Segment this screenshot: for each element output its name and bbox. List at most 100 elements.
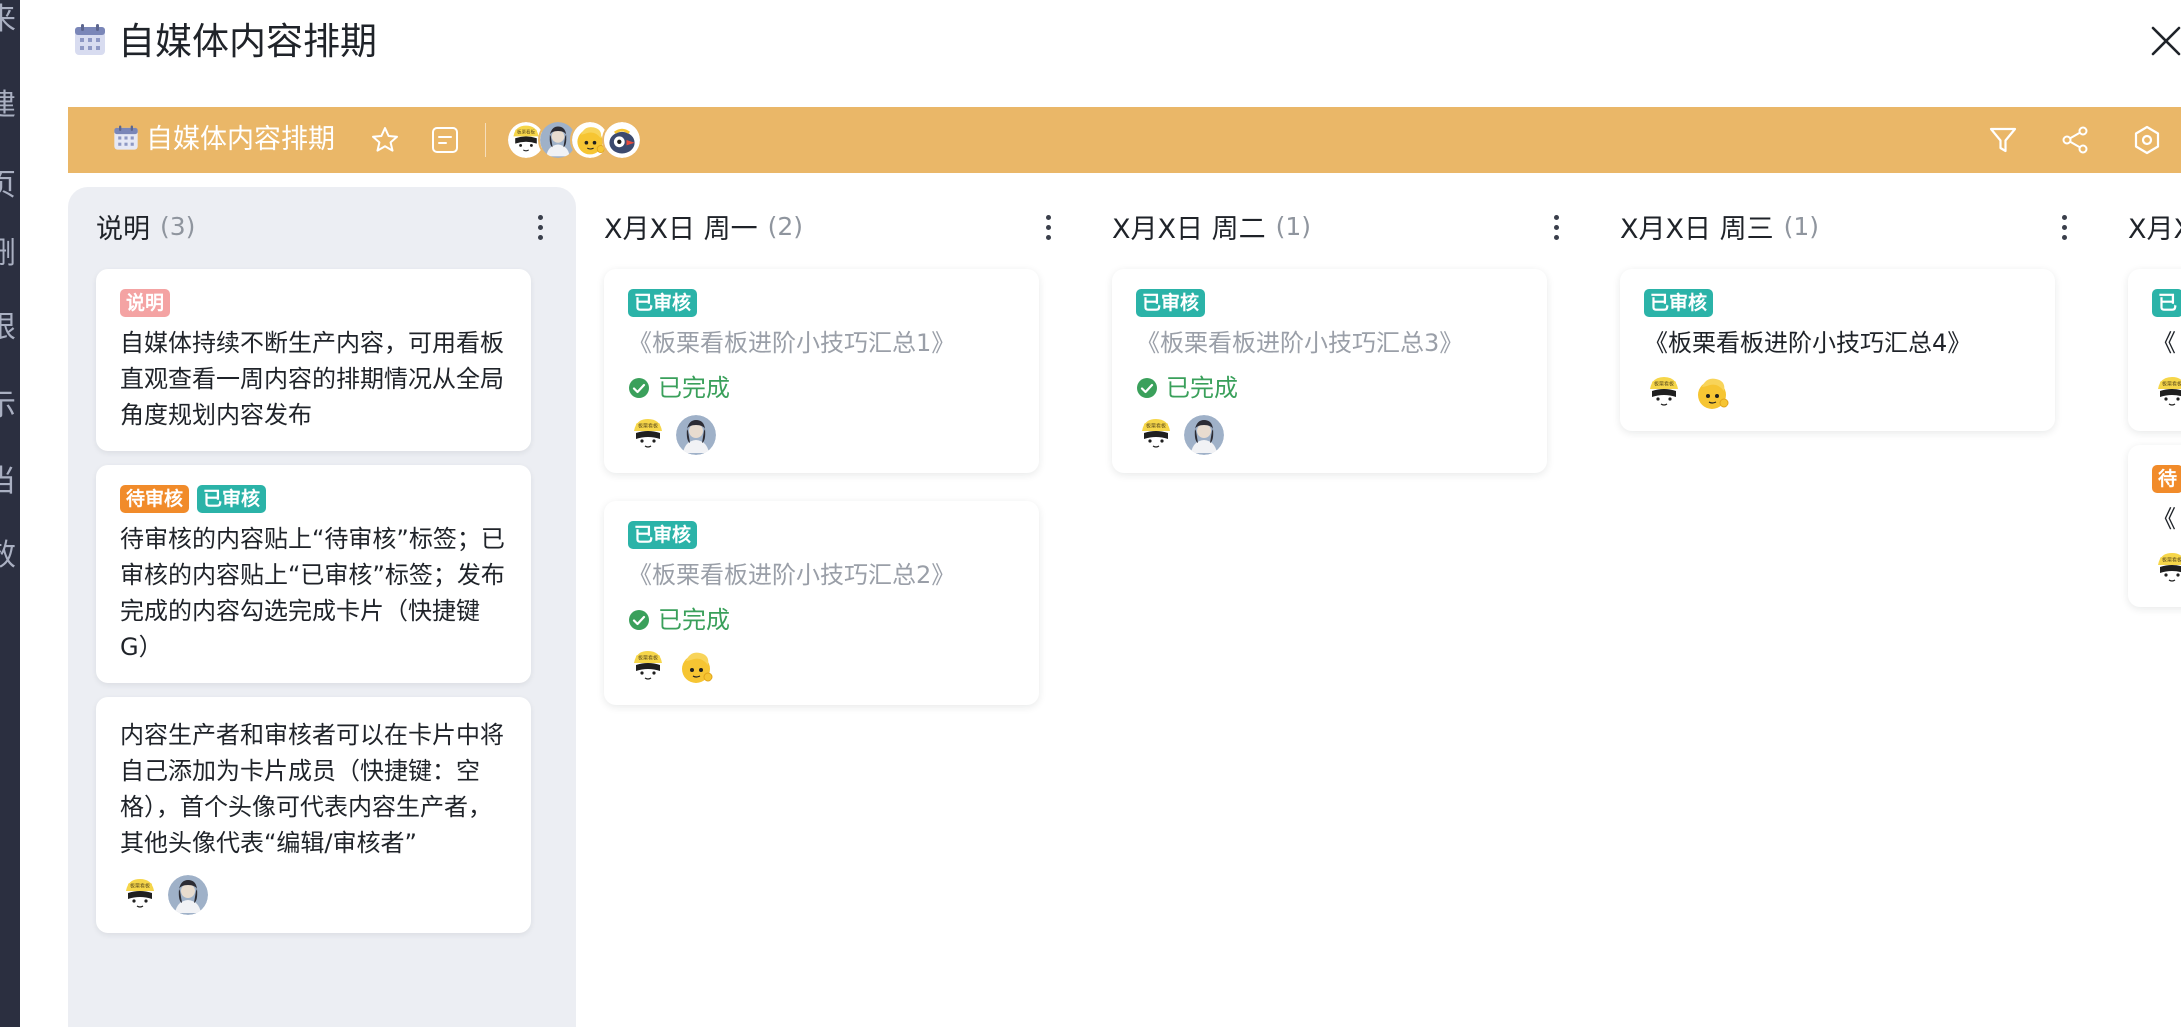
column-count: (1) xyxy=(1275,211,1311,241)
member-avatar[interactable] xyxy=(628,647,668,687)
calendar-icon xyxy=(72,22,108,62)
kanban-card[interactable]: 已 《 xyxy=(2128,269,2181,431)
card-tag: 待审核 xyxy=(120,485,190,513)
column-thursday: X月X 已 《 待 《 xyxy=(2100,187,2181,1027)
member-avatar[interactable] xyxy=(1184,415,1224,455)
board-dialog: 自媒体内容排期 自媒体内容排期 说明 (3) 说明 自媒体持续不断生产内容，可用… xyxy=(20,0,2181,1027)
calendar-icon xyxy=(112,124,140,156)
column-menu-button[interactable] xyxy=(528,209,552,245)
member-avatar[interactable] xyxy=(168,875,208,915)
member-avatar[interactable] xyxy=(120,875,160,915)
more-vertical-icon xyxy=(1045,214,1051,240)
column-title: 说明 xyxy=(96,213,150,245)
card-members xyxy=(628,415,1015,455)
kanban-card[interactable]: 已审核 《板栗看板进阶小技巧汇总4》 xyxy=(1620,269,2055,431)
card-title: 《板栗看板进阶小技巧汇总4》 xyxy=(1644,329,1972,357)
column-header[interactable]: 说明 (3) xyxy=(96,201,546,251)
column-header[interactable]: X月X日 周三 (1) xyxy=(1620,201,2070,251)
background-text: 删 xyxy=(0,236,16,271)
member-avatar[interactable] xyxy=(676,415,716,455)
board-name[interactable]: 自媒体内容排期 xyxy=(146,107,335,173)
card-title: 《板栗看板进阶小技巧汇总1》 xyxy=(628,329,956,357)
card-title: 《 xyxy=(2152,505,2176,533)
toolbar-separator xyxy=(485,123,486,157)
share-icon xyxy=(2062,126,2088,154)
kanban-board: 自媒体内容排期 说明 (3) 说明 自媒体持续不断生产内容，可用看板直观查看一周… xyxy=(68,107,2181,1027)
card-title: 《板栗看板进阶小技巧汇总2》 xyxy=(628,561,956,589)
settings-icon xyxy=(2134,125,2160,155)
member-avatar[interactable] xyxy=(2152,549,2181,589)
kanban-card[interactable]: 已审核 《板栗看板进阶小技巧汇总1》 已完成 xyxy=(604,269,1039,473)
close-icon xyxy=(2151,26,2181,56)
column-title: X月X日 周一 xyxy=(604,213,758,245)
background-text: 效 xyxy=(0,538,16,573)
star-icon xyxy=(372,127,398,152)
dialog-header: 自媒体内容排期 xyxy=(20,0,2181,86)
card-title: 待审核的内容贴上“待审核”标签；已审核的内容贴上“已审核”标签；发布完成的内容勾… xyxy=(120,525,505,661)
card-tags: 已审核 xyxy=(1136,289,1523,317)
card-tags: 已审核 xyxy=(628,521,1015,549)
card-tag: 已审核 xyxy=(197,485,267,513)
kanban-card[interactable]: 待 《 xyxy=(2128,445,2181,607)
card-status: 已完成 xyxy=(628,371,1015,405)
description-button[interactable] xyxy=(425,120,465,160)
card-tags: 已审核 xyxy=(1644,289,2031,317)
column-header[interactable]: X月X日 周一 (2) xyxy=(604,201,1054,251)
member-avatar[interactable] xyxy=(1136,415,1176,455)
background-text: 页 xyxy=(0,168,16,203)
card-tags: 待 xyxy=(2152,465,2181,493)
card-tags: 已 xyxy=(2152,289,2181,317)
check-circle-icon xyxy=(629,378,649,398)
settings-button[interactable] xyxy=(2127,120,2167,160)
card-tags: 说明 xyxy=(120,289,507,317)
status-label: 已完成 xyxy=(1166,374,1238,402)
member-avatar[interactable] xyxy=(1644,373,1684,413)
kanban-card[interactable]: 已审核 《板栗看板进阶小技巧汇总2》 已完成 xyxy=(604,501,1039,705)
column-menu-button[interactable] xyxy=(1544,209,1568,245)
member-avatar[interactable] xyxy=(1692,373,1732,413)
filter-button[interactable] xyxy=(1983,120,2023,160)
card-members xyxy=(1644,373,2031,413)
filter-icon xyxy=(1989,127,2017,153)
member-avatar[interactable] xyxy=(2152,373,2181,413)
member-avatar[interactable] xyxy=(676,647,716,687)
card-status: 已完成 xyxy=(628,603,1015,637)
column-header[interactable]: X月X日 周二 (1) xyxy=(1112,201,1562,251)
card-tag: 已审核 xyxy=(1136,289,1206,317)
star-button[interactable] xyxy=(365,120,405,160)
kanban-card[interactable]: 待审核 已审核 待审核的内容贴上“待审核”标签；已审核的内容贴上“已审核”标签；… xyxy=(96,465,531,683)
column-tuesday: X月X日 周二 (1) 已审核 《板栗看板进阶小技巧汇总3》 已完成 xyxy=(1084,187,1592,1027)
card-tag: 已审核 xyxy=(1644,289,1714,317)
check-circle-icon xyxy=(629,610,649,630)
column-monday: X月X日 周一 (2) 已审核 《板栗看板进阶小技巧汇总1》 已完成 已审核 《… xyxy=(576,187,1084,1027)
board-toolbar: 自媒体内容排期 xyxy=(68,107,2181,173)
member-avatar[interactable] xyxy=(602,120,642,160)
board-members[interactable] xyxy=(506,120,642,160)
card-members xyxy=(120,875,507,915)
kanban-card[interactable]: 已审核 《板栗看板进阶小技巧汇总3》 已完成 xyxy=(1112,269,1547,473)
card-title: 内容生产者和审核者可以在卡片中将自己添加为卡片成员（快捷键：空格），首个头像可代… xyxy=(120,721,504,857)
more-vertical-icon xyxy=(1553,214,1559,240)
more-vertical-icon xyxy=(537,214,543,240)
column-menu-button[interactable] xyxy=(1036,209,1060,245)
card-tags: 待审核 已审核 xyxy=(120,485,507,513)
background-text: 示 xyxy=(0,388,16,423)
close-button[interactable] xyxy=(2143,18,2181,64)
card-title: 自媒体持续不断生产内容，可用看板直观查看一周内容的排期情况从全局角度规划内容发布 xyxy=(120,329,504,429)
column-title: X月X日 周二 xyxy=(1112,213,1266,245)
column-header[interactable]: X月X xyxy=(2128,201,2181,251)
status-label: 已完成 xyxy=(658,606,730,634)
card-members xyxy=(2152,373,2181,413)
card-tag: 待 xyxy=(2152,465,2181,493)
column-wednesday: X月X日 周三 (1) 已审核 《板栗看板进阶小技巧汇总4》 xyxy=(1592,187,2100,1027)
card-tags: 已审核 xyxy=(628,289,1015,317)
column-count: (2) xyxy=(767,211,803,241)
card-status: 已完成 xyxy=(1136,371,1523,405)
kanban-card[interactable]: 内容生产者和审核者可以在卡片中将自己添加为卡片成员（快捷键：空格），首个头像可代… xyxy=(96,697,531,933)
toolbar-right xyxy=(1983,107,2167,173)
member-avatar[interactable] xyxy=(628,415,668,455)
kanban-card[interactable]: 说明 自媒体持续不断生产内容，可用看板直观查看一周内容的排期情况从全局角度规划内… xyxy=(96,269,531,451)
column-menu-button[interactable] xyxy=(2052,209,2076,245)
share-button[interactable] xyxy=(2055,120,2095,160)
status-label: 已完成 xyxy=(658,374,730,402)
